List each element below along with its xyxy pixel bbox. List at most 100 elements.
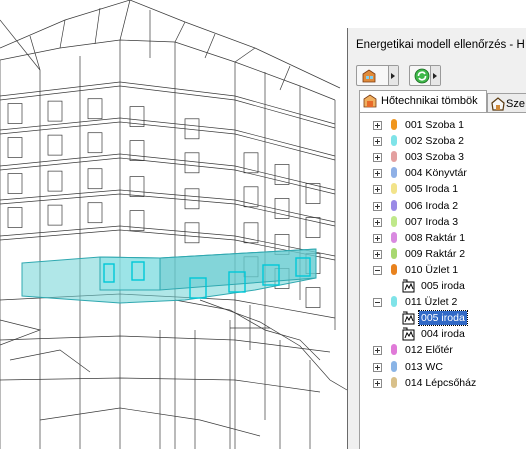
tree-item-label: 012 Előtér	[405, 344, 453, 357]
building-settings-dropdown[interactable]	[388, 66, 398, 85]
tree-item-room[interactable]: 004 iroda	[402, 326, 522, 342]
tree-item-label: 008 Raktár 1	[405, 231, 466, 244]
tree-item-label: 009 Raktár 2	[405, 247, 466, 260]
tree-item-label: 004 Könyvtár	[405, 167, 467, 180]
block-color-swatch	[391, 231, 397, 243]
building-window-outline	[47, 134, 63, 156]
tree-item-block[interactable]: 004 Könyvtár	[373, 165, 523, 181]
expand-toggle[interactable]	[373, 169, 382, 179]
energy-model-panel: Energetikai modell ellenőrzés - H Hőtech…	[347, 28, 526, 449]
building-wireframe-3d	[0, 0, 347, 449]
tree-item-block[interactable]: 002 Szoba 2	[373, 133, 523, 149]
block-color-swatch	[391, 151, 397, 163]
expand-toggle[interactable]	[373, 153, 382, 163]
tree-item-label: 002 Szoba 2	[405, 135, 464, 148]
tree-item-room[interactable]: 005 iroda	[402, 278, 522, 294]
building-window-outline	[7, 207, 23, 228]
block-color-swatch	[391, 183, 397, 195]
tree-item-label: 005 iroda	[421, 280, 465, 292]
thermal-blocks-tree: 001 Szoba 1 002 Szoba 2 003 Szoba 3 004 Kön…	[359, 112, 526, 449]
tree-item-label: 006 Iroda 2	[405, 199, 459, 212]
building-window-outline	[129, 140, 145, 161]
thermal-blocks-icon	[363, 94, 377, 108]
expand-toggle[interactable]	[373, 185, 382, 195]
expand-toggle[interactable]	[373, 346, 382, 356]
tree-item-label: 011 Üzlet 2	[405, 296, 458, 309]
building-window-outline	[305, 287, 321, 308]
building-window-outline	[47, 170, 63, 192]
building-window-outline	[87, 168, 103, 190]
structures-icon	[491, 97, 505, 111]
building-window-outline	[87, 132, 103, 154]
building-settings-icon	[362, 69, 376, 83]
panel-title: Energetikai modell ellenőrzés - H	[356, 39, 525, 51]
expand-toggle[interactable]	[373, 233, 382, 243]
room-zone-icon	[402, 327, 415, 341]
tree-item-block[interactable]: 012 Előtér	[373, 342, 523, 358]
tree-item-label-selected: 005 iroda	[418, 310, 468, 327]
refresh-icon	[414, 68, 430, 84]
block-color-swatch	[391, 215, 397, 227]
building-window-outline	[7, 173, 23, 194]
tree-item-block[interactable]: 010 Üzlet 1	[373, 262, 523, 278]
tree-item-room[interactable]: 005 iroda	[402, 310, 522, 327]
block-color-swatch	[391, 199, 397, 211]
3d-model-viewport[interactable]	[0, 0, 347, 449]
tree-item-block[interactable]: 005 Iroda 1	[373, 181, 523, 197]
tree-item-label: 001 Szoba 1	[405, 119, 464, 131]
block-color-swatch	[391, 247, 397, 259]
building-window-outline	[47, 100, 63, 122]
tree-item-label: 005 Iroda 1	[405, 183, 459, 196]
expand-toggle[interactable]	[373, 201, 382, 211]
refresh-dropdown[interactable]	[430, 66, 440, 85]
tree-item-block[interactable]: 013 WC	[373, 359, 523, 375]
tree-item-block[interactable]: 014 Lépcsőház	[373, 375, 523, 391]
building-window-outline	[87, 98, 103, 120]
room-zone-icon	[402, 311, 415, 325]
block-color-swatch	[391, 296, 397, 308]
block-color-swatch	[391, 167, 397, 179]
block-color-swatch	[391, 344, 397, 356]
tab-structures[interactable]: Sze	[487, 93, 526, 112]
building-window-outline	[305, 217, 321, 238]
tree-item-label: 007 Iroda 3	[405, 215, 459, 228]
refresh-button[interactable]	[409, 65, 441, 86]
block-color-swatch	[391, 119, 397, 130]
building-window-outline	[129, 176, 145, 197]
building-window-outline	[47, 204, 63, 226]
tree-item-block[interactable]: 009 Raktár 2	[373, 246, 523, 262]
tree-item-label: 014 Lépcsőház	[405, 376, 477, 389]
collapse-toggle[interactable]	[373, 298, 382, 308]
block-color-swatch	[391, 360, 397, 372]
building-settings-button[interactable]	[356, 65, 399, 86]
building-window-outline	[7, 137, 23, 158]
tab-thermal-blocks[interactable]: Hőtechnikai tömbök	[359, 90, 487, 112]
expand-toggle[interactable]	[373, 362, 382, 372]
tree-item-block[interactable]: 006 Iroda 2	[373, 198, 523, 214]
block-color-swatch	[391, 135, 397, 147]
expand-toggle[interactable]	[373, 121, 382, 130]
tab-label: Hőtechnikai tömbök	[381, 95, 478, 107]
block-color-swatch	[391, 263, 397, 275]
tree-item-label: 013 WC	[405, 360, 443, 373]
tree-item-block[interactable]: 008 Raktár 1	[373, 230, 523, 246]
tree-item-block[interactable]: 007 Iroda 3	[373, 214, 523, 230]
tree-item-block[interactable]: 003 Szoba 3	[373, 149, 523, 165]
building-window-outline	[87, 202, 103, 224]
building-window-outline	[7, 103, 23, 124]
tree-item-label: 004 iroda	[421, 328, 465, 341]
expand-toggle[interactable]	[373, 137, 382, 147]
building-window-outline	[243, 222, 259, 244]
building-window-outline	[184, 188, 200, 210]
building-window-outline	[305, 183, 321, 204]
collapse-toggle[interactable]	[373, 265, 382, 275]
tree-item-label: 003 Szoba 3	[405, 151, 464, 164]
expand-toggle[interactable]	[373, 249, 382, 259]
expand-toggle[interactable]	[373, 217, 382, 227]
expand-toggle[interactable]	[373, 378, 382, 388]
tree-item-block[interactable]: 011 Üzlet 2	[373, 294, 523, 310]
tree-item-label: 010 Üzlet 1	[405, 263, 459, 276]
tree-item-block[interactable]: 001 Szoba 1	[373, 117, 523, 133]
block-color-swatch	[391, 376, 397, 388]
room-zone-icon	[402, 279, 415, 293]
